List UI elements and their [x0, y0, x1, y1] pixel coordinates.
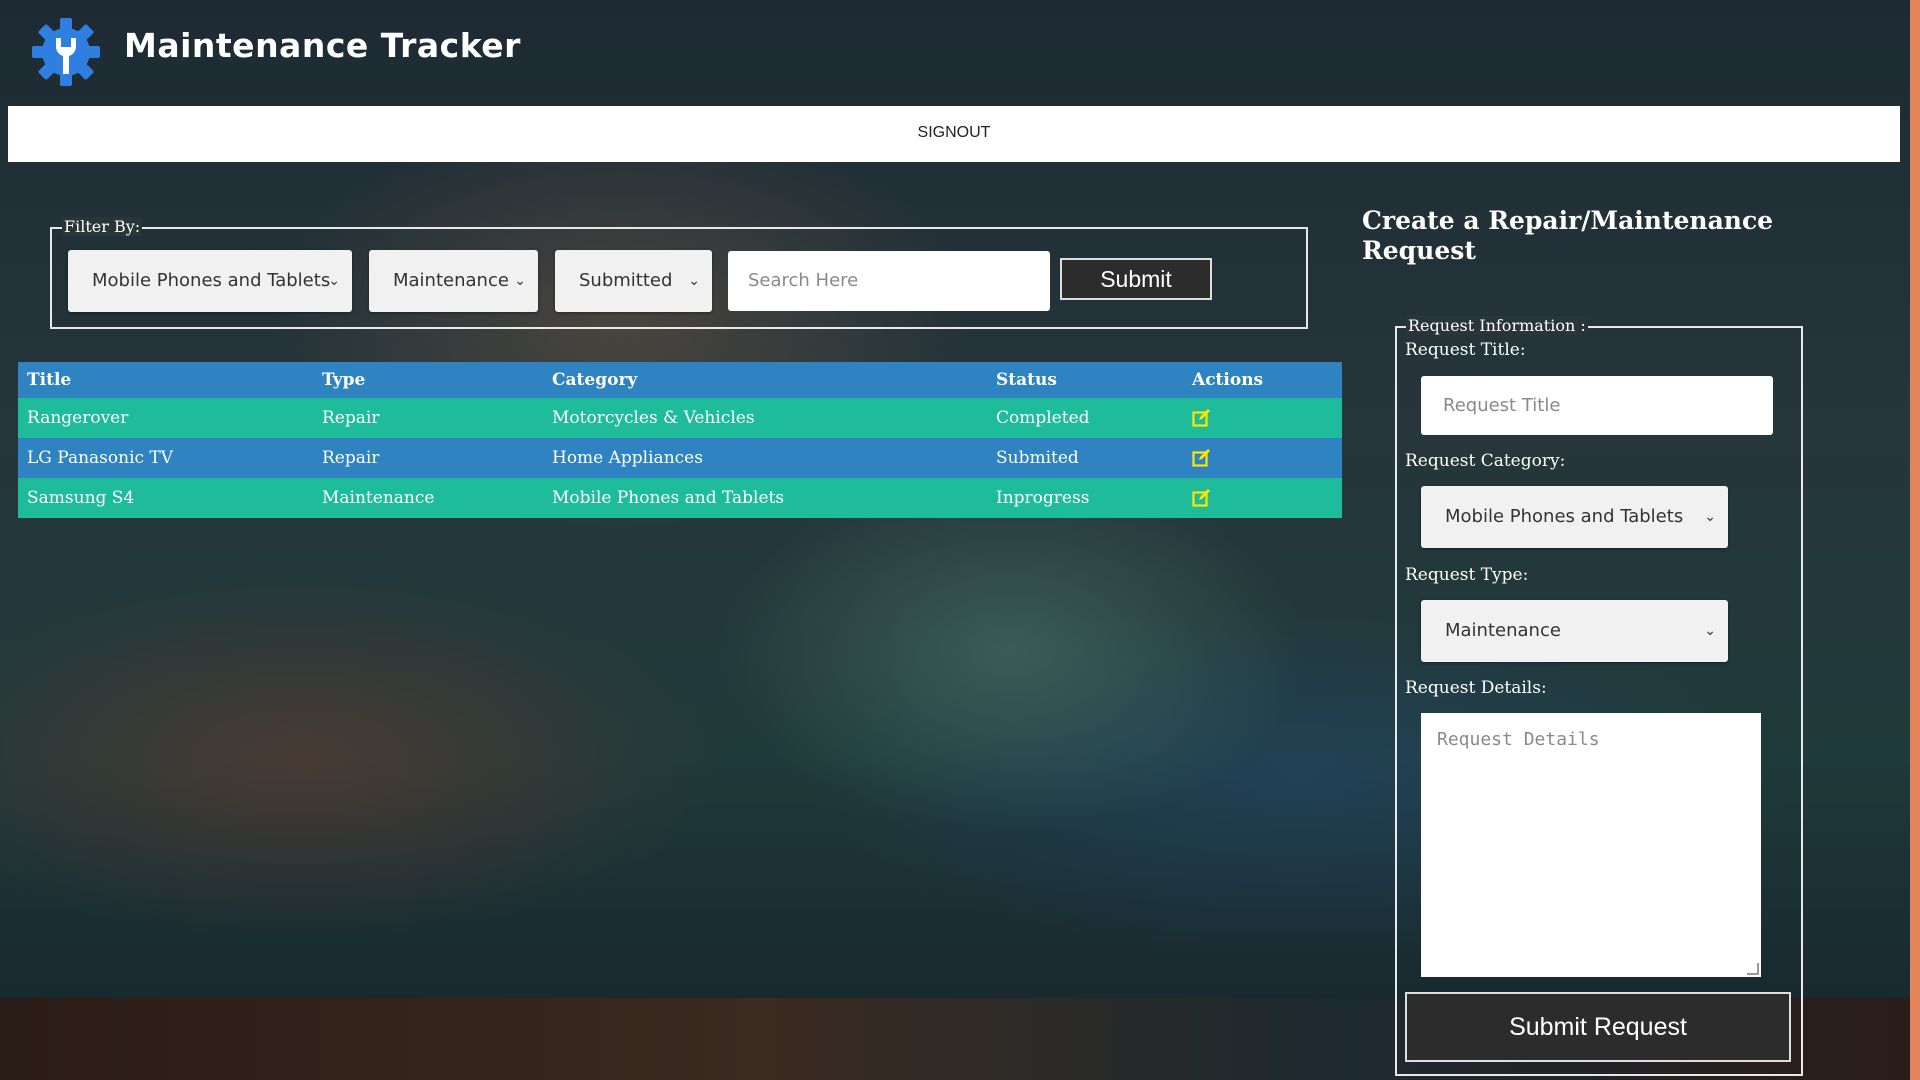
- request-form-legend: Request Information :: [1406, 316, 1588, 335]
- cell-status: Completed: [996, 408, 1090, 428]
- cell-type: Repair: [322, 448, 380, 468]
- filter-status-select[interactable]: Submitted ⌄: [555, 250, 712, 312]
- request-details-textarea[interactable]: Request Details: [1421, 713, 1761, 977]
- filter-status-value: Submitted: [579, 270, 673, 291]
- filter-category-select[interactable]: Mobile Phones and Tablets ⌄: [68, 250, 352, 312]
- table-header-row: Title Type Category Status Actions: [18, 362, 1342, 398]
- chevron-down-icon: ⌄: [1704, 509, 1716, 525]
- signout-link[interactable]: SIGNOUT: [8, 124, 1900, 142]
- request-category-label: Request Category:: [1405, 451, 1566, 471]
- cell-type: Repair: [322, 408, 380, 428]
- cell-status: Inprogress: [996, 488, 1090, 508]
- top-navbar: SIGNOUT: [8, 106, 1900, 162]
- request-title-label: Request Title:: [1405, 340, 1526, 360]
- column-header-status: Status: [996, 370, 1057, 390]
- request-type-select[interactable]: Maintenance ⌄: [1421, 600, 1728, 662]
- column-header-actions: Actions: [1192, 370, 1264, 390]
- table-row: Rangerover Repair Motorcycles & Vehicles…: [18, 398, 1342, 438]
- requests-table: Title Type Category Status Actions Range…: [18, 362, 1342, 518]
- cell-type: Maintenance: [322, 488, 435, 508]
- submit-request-button[interactable]: Submit Request: [1405, 992, 1791, 1062]
- filter-category-value: Mobile Phones and Tablets: [92, 270, 331, 291]
- column-header-category: Category: [552, 370, 638, 390]
- request-type-value: Maintenance: [1445, 620, 1561, 641]
- request-details-placeholder: Request Details: [1437, 729, 1600, 750]
- chevron-down-icon: ⌄: [514, 273, 526, 289]
- edit-icon[interactable]: [1192, 488, 1212, 508]
- filter-type-value: Maintenance: [393, 270, 509, 291]
- request-category-select[interactable]: Mobile Phones and Tablets ⌄: [1421, 486, 1728, 548]
- app-title: Maintenance Tracker: [124, 26, 521, 65]
- form-title: Create a Repair/Maintenance Request: [1362, 206, 1774, 265]
- request-title-input[interactable]: Request Title: [1421, 376, 1773, 435]
- cell-title: Samsung S4: [27, 488, 135, 508]
- table-row: LG Panasonic TV Repair Home Appliances S…: [18, 438, 1342, 478]
- cell-category: Motorcycles & Vehicles: [552, 408, 755, 428]
- filter-type-select[interactable]: Maintenance ⌄: [369, 250, 538, 312]
- cell-category: Mobile Phones and Tablets: [552, 488, 785, 508]
- request-category-value: Mobile Phones and Tablets: [1445, 506, 1684, 527]
- filter-legend: Filter By:: [62, 217, 143, 236]
- request-type-label: Request Type:: [1405, 565, 1529, 585]
- table-row: Samsung S4 Maintenance Mobile Phones and…: [18, 478, 1342, 518]
- column-header-title: Title: [27, 370, 72, 390]
- cell-category: Home Appliances: [552, 448, 703, 468]
- cell-title: Rangerover: [27, 408, 129, 428]
- chevron-down-icon: ⌄: [1704, 623, 1716, 639]
- chevron-down-icon: ⌄: [328, 273, 340, 289]
- chevron-down-icon: ⌄: [688, 273, 700, 289]
- filter-submit-button[interactable]: Submit: [1060, 258, 1212, 300]
- request-details-label: Request Details:: [1405, 678, 1547, 698]
- cell-title: LG Panasonic TV: [27, 448, 174, 468]
- edit-icon[interactable]: [1192, 448, 1212, 468]
- search-input[interactable]: Search Here: [728, 251, 1050, 311]
- gear-wrench-icon: [30, 16, 102, 88]
- cell-status: Submited: [996, 448, 1079, 468]
- edit-icon[interactable]: [1192, 408, 1212, 428]
- page-scrollbar[interactable]: [1910, 0, 1920, 1080]
- column-header-type: Type: [322, 370, 366, 390]
- resize-handle-icon[interactable]: [1747, 963, 1759, 975]
